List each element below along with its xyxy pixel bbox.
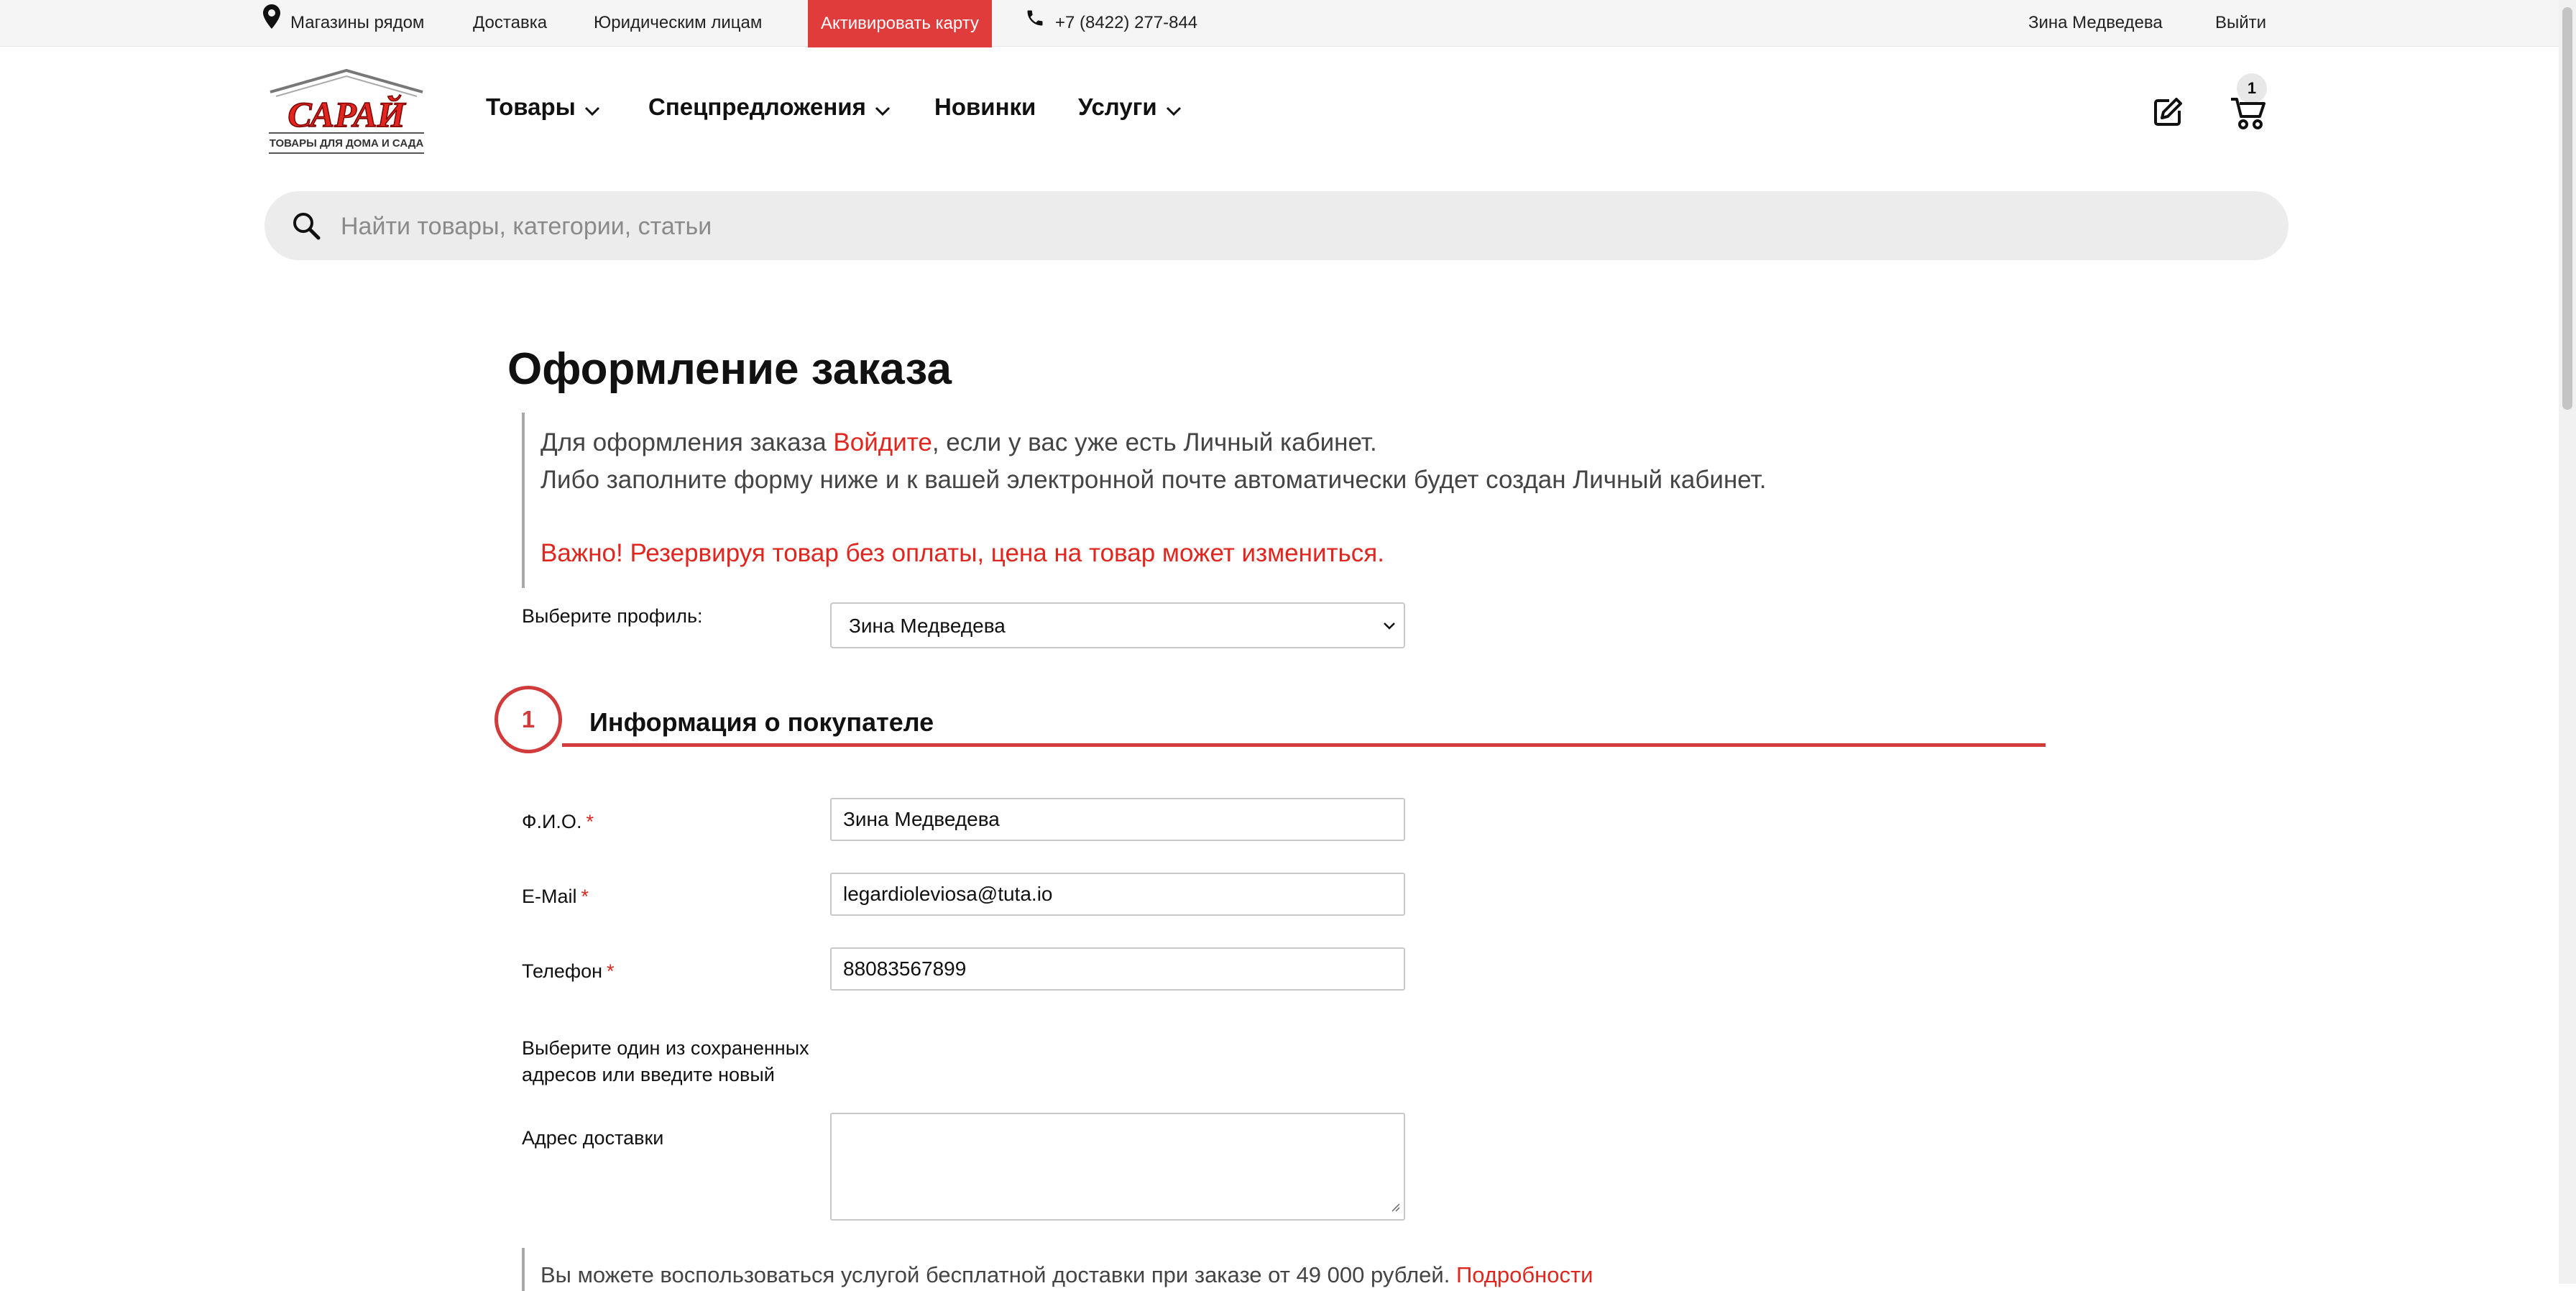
step-title: Информация о покупателе [589, 707, 934, 737]
chevron-down-icon [584, 95, 600, 122]
profile-select[interactable]: Зина Медведева [830, 602, 1405, 648]
stores-nearby-link[interactable]: Магазины рядом [263, 0, 424, 46]
required-mark: * [581, 886, 589, 907]
logout-link[interactable]: Выйти [2215, 0, 2266, 46]
free-delivery-note: Вы можете воспользоваться услугой беспла… [522, 1248, 1675, 1291]
nav-services-label: Услуги [1078, 93, 1157, 120]
chevron-down-icon [1382, 621, 1397, 635]
phone-link[interactable]: +7 (8422) 277-844 [1025, 0, 1197, 46]
address-textarea[interactable] [830, 1113, 1405, 1221]
top-bar: Магазины рядом Доставка Юридическим лица… [0, 0, 2559, 47]
login-link[interactable]: Войдите [833, 428, 932, 456]
notice-line-login: Для оформления заказа Войдите, если у ва… [540, 428, 1377, 457]
notice-line-autocreate: Либо заполните форму ниже и к вашей элек… [540, 466, 1767, 494]
free-delivery-text: Вы можете воспользоваться услугой беспла… [540, 1262, 1593, 1288]
saved-address-hint: Выберите один из сохраненных адресов или… [522, 1035, 809, 1088]
fio-input[interactable] [830, 798, 1405, 841]
required-mark: * [586, 811, 594, 832]
email-label: E-Mail * [522, 886, 589, 908]
profile-select-value: Зина Медведева [849, 615, 1006, 637]
profile-label: Выберите профиль: [522, 605, 703, 627]
delivery-link[interactable]: Доставка [473, 0, 547, 46]
phone-icon [1025, 1, 1045, 47]
search-input[interactable] [339, 207, 2254, 246]
activate-card-button[interactable]: Активировать карту [808, 0, 992, 47]
address-label: Адрес доставки [522, 1127, 664, 1149]
phone-number: +7 (8422) 277-844 [1055, 13, 1198, 32]
fio-label-text: Ф.И.О. [522, 811, 582, 832]
notice-login-prefix: Для оформления заказа [540, 428, 834, 456]
nav-services[interactable]: Услуги [1078, 93, 1182, 122]
resize-handle-icon[interactable] [1391, 1203, 1401, 1216]
scrollbar-thumb[interactable] [2562, 7, 2572, 410]
nav-products-label: Товары [486, 93, 576, 120]
notice-login-suffix: , если у вас уже есть Личный кабинет. [932, 428, 1377, 456]
fio-label: Ф.И.О. * [522, 811, 594, 833]
search-icon[interactable] [292, 211, 321, 244]
chevron-down-icon [875, 95, 891, 122]
price-warning: Важно! Резервируя товар без оплаты, цена… [540, 539, 1384, 567]
page-title: Оформление заказа [507, 344, 952, 394]
required-mark: * [607, 960, 615, 982]
chevron-down-icon [1166, 95, 1182, 122]
user-name-link[interactable]: Зина Медведева [2028, 0, 2163, 46]
nav-new-arrivals[interactable]: Новинки [934, 93, 1036, 121]
svg-text:САРАЙ: САРАЙ [288, 94, 406, 134]
phone-label-text: Телефон [522, 960, 603, 982]
saved-address-hint-line2: адресов или введите новый [522, 1064, 775, 1085]
saved-address-hint-line1: Выберите один из сохраненных [522, 1037, 809, 1059]
nav-products[interactable]: Товары [486, 93, 600, 122]
site-logo[interactable]: САРАЙ ТОВАРЫ ДЛЯ ДОМА И САДА [264, 68, 428, 158]
legal-entities-link[interactable]: Юридическим лицам [594, 0, 762, 46]
cart-icon[interactable] [2230, 92, 2267, 134]
search-bar [264, 191, 2288, 260]
checkout-notice: Для оформления заказа Войдите, если у ва… [522, 413, 1962, 588]
phone-input[interactable] [830, 947, 1405, 991]
page-scrollbar[interactable] [2559, 0, 2576, 1284]
email-label-text: E-Mail [522, 886, 577, 907]
nav-special-offers-label: Спецпредложения [648, 93, 866, 120]
step-number-badge: 1 [494, 686, 562, 753]
phone-label: Телефон * [522, 960, 615, 983]
location-pin-icon [263, 1, 280, 47]
nav-new-arrivals-label: Новинки [934, 93, 1036, 120]
svg-text:ТОВАРЫ ДЛЯ ДОМА И САДА: ТОВАРЫ ДЛЯ ДОМА И САДА [270, 137, 424, 150]
step-divider [562, 743, 2046, 747]
stores-nearby-label: Магазины рядом [290, 13, 425, 32]
email-input[interactable] [830, 873, 1405, 916]
edit-list-icon[interactable] [2152, 96, 2184, 132]
nav-special-offers[interactable]: Спецпредложения [648, 93, 891, 122]
